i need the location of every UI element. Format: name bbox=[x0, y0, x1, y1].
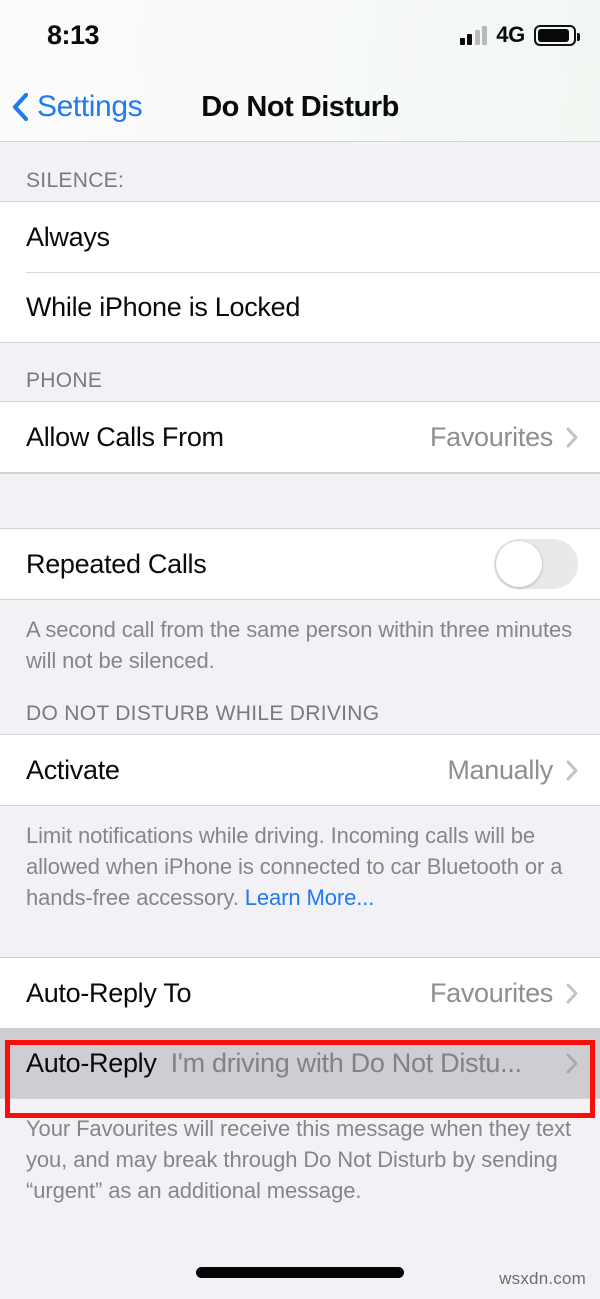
section-header-driving: DO NOT DISTURB WHILE DRIVING bbox=[26, 702, 380, 725]
row-label: Auto-Reply bbox=[26, 1047, 157, 1078]
row-label: Always bbox=[26, 221, 110, 252]
phone-list: Allow Calls From Favourites bbox=[0, 401, 600, 473]
row-label: Repeated Calls bbox=[26, 548, 207, 579]
row-silence-while-locked[interactable]: While iPhone is Locked bbox=[0, 272, 600, 342]
chevron-right-icon bbox=[566, 983, 578, 1003]
settings-content: SILENCE: Always While iPhone is Locked P… bbox=[0, 143, 600, 1299]
chevron-right-icon bbox=[566, 760, 578, 780]
silence-list: Always While iPhone is Locked bbox=[0, 201, 600, 343]
iphone-screen: 8:13 4G Settings Do Not Disturb SILENCE:… bbox=[0, 0, 600, 1299]
page-title: Do Not Disturb bbox=[201, 90, 399, 123]
learn-more-link[interactable]: Learn More... bbox=[245, 885, 375, 910]
toggle-knob bbox=[496, 541, 542, 587]
row-repeated-calls[interactable]: Repeated Calls bbox=[0, 529, 600, 599]
driving-list: Activate Manually bbox=[0, 734, 600, 806]
row-label: Activate bbox=[26, 754, 120, 785]
watermark: wsxdn.com bbox=[499, 1269, 586, 1288]
navigation-bar: Settings Do Not Disturb bbox=[0, 72, 600, 142]
row-label: Allow Calls From bbox=[26, 421, 224, 452]
row-value: I'm driving with Do Not Distu... bbox=[170, 1047, 522, 1078]
home-indicator[interactable] bbox=[196, 1267, 404, 1278]
cellular-signal-icon bbox=[459, 25, 488, 45]
row-allow-calls-from[interactable]: Allow Calls From Favourites bbox=[0, 402, 600, 472]
row-silence-always[interactable]: Always bbox=[0, 202, 600, 272]
battery-icon bbox=[534, 24, 580, 46]
section-header-phone: PHONE bbox=[26, 369, 103, 392]
footnote-auto-reply: Your Favourites will receive this messag… bbox=[26, 1116, 572, 1203]
row-value: Favourites bbox=[429, 421, 553, 452]
auto-reply-list: Auto-Reply To Favourites Auto-Reply I'm … bbox=[0, 957, 600, 1099]
row-activate[interactable]: Activate Manually bbox=[0, 735, 600, 805]
footnote-driving: Limit notifications while driving. Incom… bbox=[0, 806, 600, 917]
chevron-right-icon bbox=[566, 1053, 578, 1073]
row-value: Manually bbox=[447, 754, 553, 785]
repeated-calls-toggle[interactable] bbox=[494, 539, 578, 589]
row-auto-reply-to[interactable]: Auto-Reply To Favourites bbox=[0, 958, 600, 1028]
row-value: Favourites bbox=[429, 977, 553, 1008]
status-bar-clock: 8:13 bbox=[47, 20, 100, 50]
row-auto-reply[interactable]: Auto-Reply I'm driving with Do Not Distu… bbox=[0, 1028, 600, 1098]
row-label: Auto-Reply To bbox=[26, 977, 192, 1008]
status-bar-indicators: 4G bbox=[459, 22, 580, 48]
section-gap bbox=[0, 473, 600, 529]
chevron-right-icon bbox=[566, 427, 578, 447]
footnote-repeated-calls: A second call from the same person withi… bbox=[26, 617, 572, 673]
repeated-calls-list: Repeated Calls bbox=[0, 529, 600, 600]
row-label: While iPhone is Locked bbox=[26, 291, 301, 322]
section-gap bbox=[0, 917, 600, 957]
network-type-label: 4G bbox=[496, 22, 525, 47]
section-header-silence: SILENCE: bbox=[26, 169, 125, 192]
status-bar: 8:13 4G bbox=[0, 0, 600, 72]
